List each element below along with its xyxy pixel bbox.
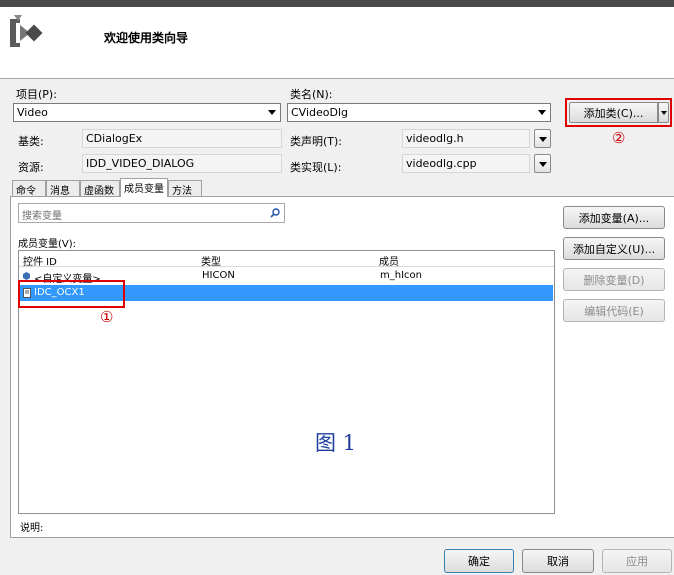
add-class-button[interactable]: 添加类(C)... [569, 102, 658, 123]
column-header-control-id[interactable]: 控件 ID [23, 253, 57, 268]
member-variables-panel: 搜索变量 成员变量(V): 控件 ID 类型 成员 <自定义变量> HICON … [10, 196, 674, 538]
add-custom-button[interactable]: 添加自定义(U)... [563, 237, 665, 260]
apply-button[interactable]: 应用 [602, 549, 672, 573]
chevron-down-icon [660, 110, 667, 115]
figure-caption: 图 1 [315, 431, 357, 455]
column-header-type[interactable]: 类型 [201, 253, 221, 268]
wizard-header: 欢迎使用类向导 [0, 7, 674, 79]
base-class-label: 基类: [18, 135, 44, 148]
delete-variable-button[interactable]: 删除变量(D) [563, 268, 665, 291]
search-icon[interactable] [270, 208, 280, 218]
project-combo[interactable]: Video [13, 103, 281, 122]
chevron-down-icon [539, 162, 547, 167]
description-label: 说明: [20, 523, 44, 534]
add-class-dropdown-button[interactable] [658, 102, 669, 123]
cell-member: m_hIcon [380, 270, 422, 281]
idc-ocx1-highlight [18, 280, 125, 308]
member-variables-list[interactable]: 控件 ID 类型 成员 <自定义变量> HICON m_hIcon IDC_OC… [18, 250, 555, 514]
window-top-border [0, 0, 674, 7]
resource-label: 资源: [18, 161, 44, 174]
chevron-down-icon [538, 110, 546, 115]
tab-member-variables[interactable]: 成员变量 [120, 178, 168, 197]
tab-messages[interactable]: 消息 [46, 180, 80, 197]
project-label: 项目(P): [16, 88, 57, 101]
cancel-button[interactable]: 取消 [522, 549, 594, 573]
edit-code-button[interactable]: 编辑代码(E) [563, 299, 665, 322]
add-variable-button[interactable]: 添加变量(A)... [563, 206, 665, 229]
chevron-down-icon [539, 137, 547, 142]
base-class-field: CDialogEx [82, 129, 282, 148]
cell-type: HICON [202, 270, 235, 281]
variable-icon [23, 272, 30, 280]
implementation-dropdown-button[interactable] [534, 154, 551, 173]
search-placeholder: 搜索变量 [22, 211, 62, 222]
classname-combo[interactable]: CVideoDlg [287, 103, 551, 122]
class-wizard-logo-icon [10, 15, 43, 47]
list-header: 控件 ID 类型 成员 [19, 251, 554, 268]
member-variables-label: 成员变量(V): [18, 239, 77, 250]
project-combo-value: Video [17, 106, 48, 119]
declaration-dropdown-button[interactable] [534, 129, 551, 148]
chevron-down-icon [268, 110, 276, 115]
ok-button[interactable]: 确定 [444, 549, 514, 573]
class-declaration-field[interactable]: videodlg.h [402, 129, 530, 148]
tab-methods[interactable]: 方法 [168, 180, 202, 197]
search-variables-input[interactable]: 搜索变量 [18, 203, 285, 223]
annotation-circle-2: ② [612, 129, 626, 147]
column-header-member[interactable]: 成员 [379, 253, 399, 268]
tab-commands[interactable]: 命令 [12, 180, 46, 197]
class-implementation-field[interactable]: videodlg.cpp [402, 154, 530, 173]
class-implementation-label: 类实现(L): [290, 161, 342, 174]
tab-virtual-functions[interactable]: 虚函数 [80, 180, 120, 197]
classname-combo-value: CVideoDlg [291, 106, 349, 119]
class-declaration-label: 类声明(T): [290, 135, 343, 148]
resource-field: IDD_VIDEO_DIALOG [82, 154, 282, 173]
wizard-title: 欢迎使用类向导 [104, 31, 189, 45]
annotation-circle-1: ① [100, 308, 114, 326]
classname-label: 类名(N): [290, 88, 333, 101]
